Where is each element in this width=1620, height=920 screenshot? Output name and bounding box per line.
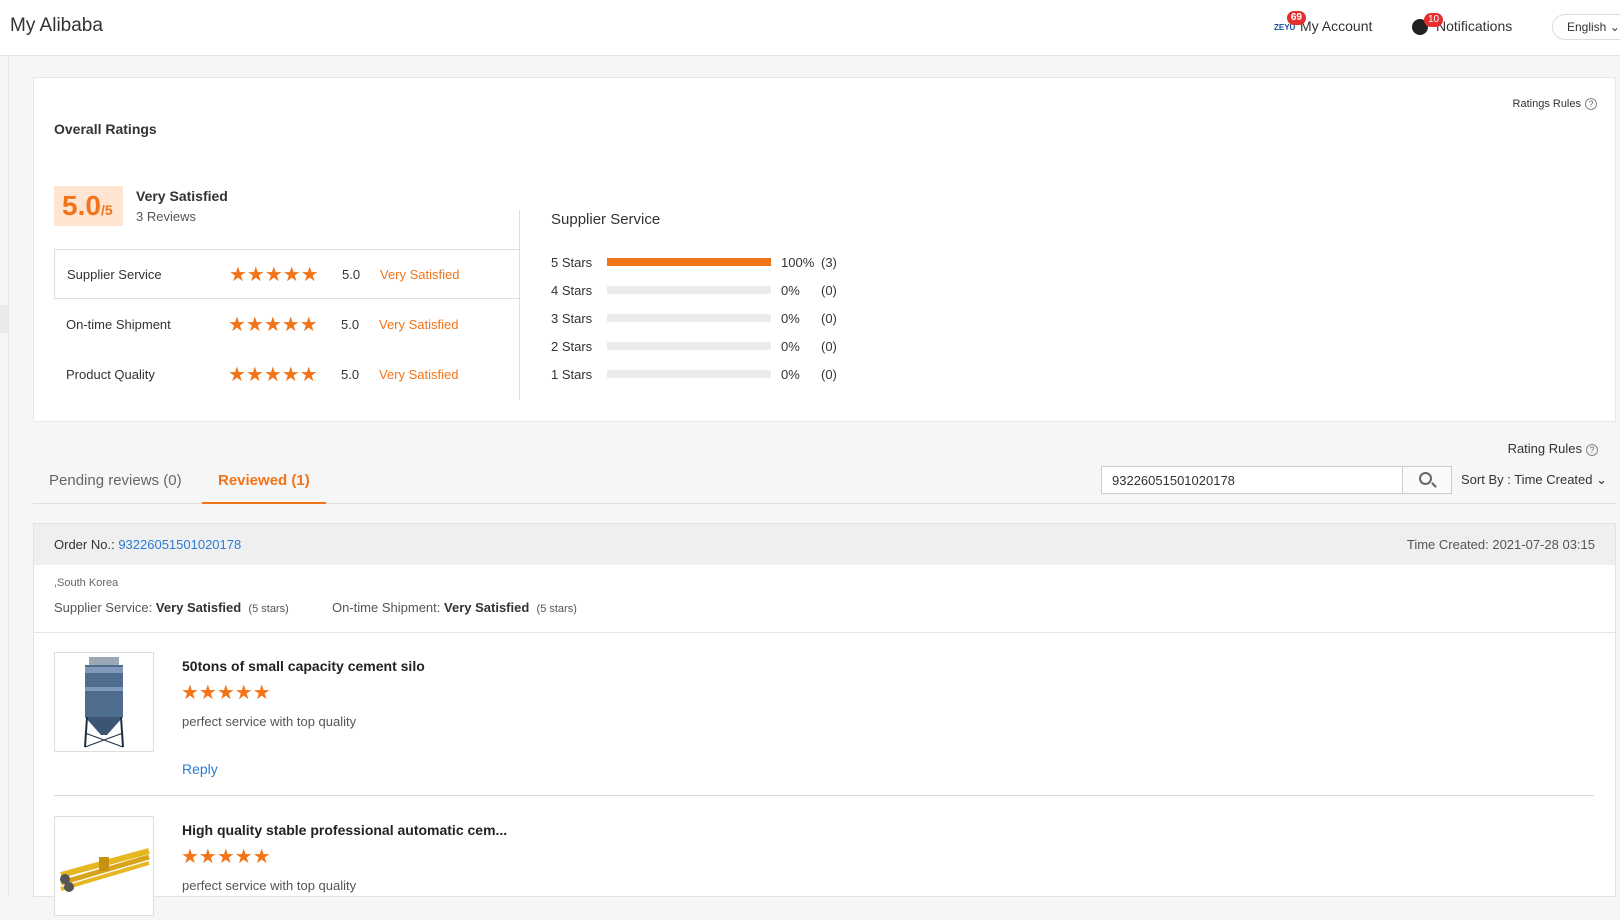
divider bbox=[519, 210, 520, 400]
notifications-badge: 10 bbox=[1424, 13, 1444, 27]
language-select[interactable]: English ⌄ bbox=[1552, 14, 1620, 40]
metrics-list: Supplier Service ★★★★★ 5.0 Very Satisfie… bbox=[54, 249, 520, 399]
top-bar: My Alibaba ZEYU 69 My Account 10 Notific… bbox=[0, 0, 1620, 56]
star-rating-icon: ★★★★★ bbox=[228, 363, 318, 386]
overall-score: 5.0/5 bbox=[54, 186, 123, 226]
star-rating-icon: ★★★★★ bbox=[228, 313, 318, 336]
ratings-rules-link[interactable]: Ratings Rules? bbox=[1513, 98, 1597, 110]
overall-ratings-title: Overall Ratings bbox=[54, 121, 157, 137]
my-account-menu[interactable]: ZEYU 69 My Account bbox=[1274, 11, 1373, 38]
time-created: Time Created: 2021-07-28 03:15 bbox=[1406, 537, 1595, 552]
account-badge: 69 bbox=[1286, 11, 1306, 25]
breakdown-row: 3 Stars 0% (0) bbox=[551, 310, 837, 326]
star-rating-icon: ★★★★★ bbox=[181, 846, 271, 868]
order-card: Order No.: 93226051501020178 Time Create… bbox=[33, 523, 1616, 916]
company-logo-icon: ZEYU 69 bbox=[1274, 11, 1306, 37]
tab-pending-reviews[interactable]: Pending reviews (0) bbox=[33, 472, 198, 504]
chevron-down-icon: ⌄ bbox=[1596, 472, 1608, 487]
reply-link[interactable]: Reply bbox=[182, 761, 218, 777]
breakdown-row: 2 Stars 0% (0) bbox=[551, 338, 837, 354]
breakdown-bar bbox=[607, 314, 771, 322]
divider bbox=[54, 795, 1594, 796]
breakdown-bar bbox=[607, 286, 771, 294]
breakdown-bar bbox=[607, 342, 771, 350]
help-icon: ? bbox=[1586, 444, 1598, 456]
review-count: 3 Reviews bbox=[136, 209, 196, 224]
metric-row-product-quality[interactable]: Product Quality ★★★★★ 5.0 Very Satisfied bbox=[54, 349, 520, 399]
order-number-link[interactable]: 93226051501020178 bbox=[118, 537, 241, 552]
buyer-location: ,South Korea bbox=[54, 577, 119, 589]
sidebar-toggle[interactable] bbox=[0, 305, 8, 333]
help-icon: ? bbox=[1585, 98, 1597, 110]
breakdown-row: 4 Stars 0% (0) bbox=[551, 282, 837, 298]
order-search bbox=[1101, 466, 1452, 494]
search-input[interactable] bbox=[1102, 467, 1402, 493]
breakdown-title: Supplier Service bbox=[551, 211, 661, 228]
star-breakdown: 5 Stars 100% (3) 4 Stars 0% (0) 3 Stars … bbox=[551, 248, 837, 388]
breakdown-row: 5 Stars 100% (3) bbox=[551, 254, 837, 270]
tab-reviewed[interactable]: Reviewed (1) bbox=[202, 472, 326, 504]
product-title[interactable]: High quality stable professional automat… bbox=[182, 822, 507, 838]
search-button[interactable] bbox=[1402, 467, 1451, 493]
review-comment: perfect service with top quality bbox=[182, 878, 357, 893]
breakdown-row: 1 Stars 0% (0) bbox=[551, 366, 837, 382]
sidebar-edge bbox=[8, 57, 9, 897]
product-thumbnail[interactable] bbox=[54, 652, 154, 752]
search-icon bbox=[1419, 472, 1432, 485]
notifications-menu[interactable]: 10 Notifications bbox=[1412, 13, 1513, 38]
product-title[interactable]: 50tons of small capacity cement silo bbox=[182, 658, 425, 674]
sort-dropdown[interactable]: Sort By : Time Created ⌄ bbox=[1461, 472, 1607, 488]
star-rating-icon: ★★★★★ bbox=[229, 263, 319, 286]
overall-verdict: Very Satisfied bbox=[136, 188, 228, 204]
divider bbox=[34, 632, 1615, 633]
my-account-label: My Account bbox=[1300, 18, 1373, 34]
breakdown-bar bbox=[607, 370, 771, 378]
order-ratings-summary: Supplier Service: Very Satisfied (5 star… bbox=[54, 600, 577, 615]
overall-ratings-panel: Ratings Rules? Overall Ratings 5.0/5 Ver… bbox=[33, 77, 1616, 422]
review-comment: perfect service with top quality bbox=[182, 714, 357, 729]
rating-rules-link[interactable]: Rating Rules? bbox=[1508, 441, 1598, 456]
breakdown-bar bbox=[607, 258, 771, 266]
order-header: Order No.: 93226051501020178 Time Create… bbox=[34, 524, 1615, 565]
brand-title[interactable]: My Alibaba bbox=[10, 15, 103, 37]
chevron-down-icon: ⌄ bbox=[1609, 20, 1620, 34]
star-rating-icon: ★★★★★ bbox=[181, 682, 271, 704]
metric-row-supplier-service[interactable]: Supplier Service ★★★★★ 5.0 Very Satisfie… bbox=[54, 249, 520, 299]
product-thumbnail[interactable] bbox=[54, 816, 154, 916]
metric-row-on-time-shipment[interactable]: On-time Shipment ★★★★★ 5.0 Very Satisfie… bbox=[54, 299, 520, 349]
notifications-label: Notifications bbox=[1436, 18, 1513, 34]
